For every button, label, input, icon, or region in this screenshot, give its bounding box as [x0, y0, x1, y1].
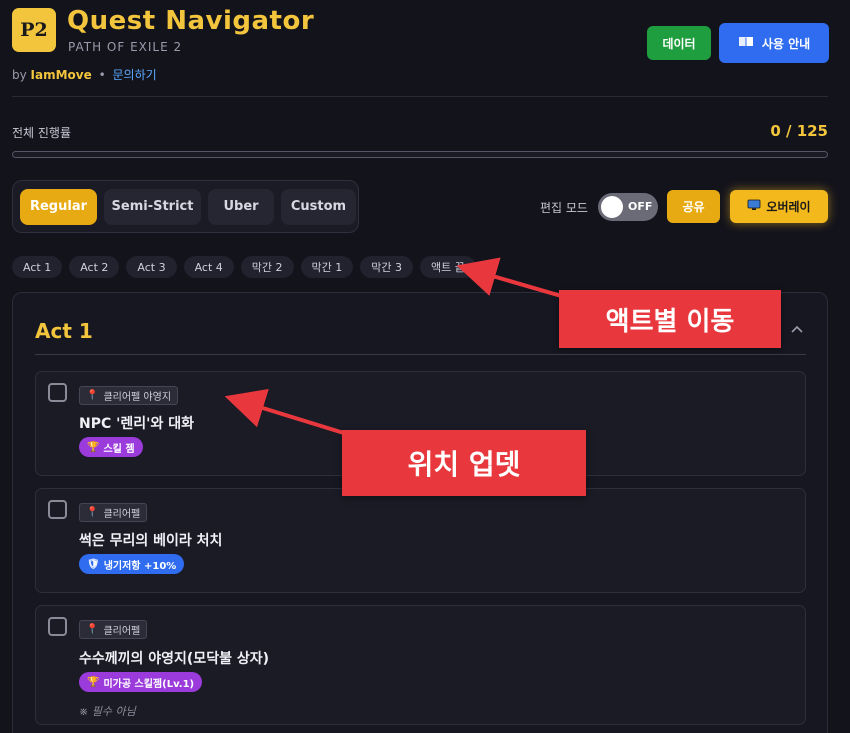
callout-location-update: 위치 업뎃 [342, 430, 586, 496]
mode-selector: Regular Semi-Strict Uber Custom [12, 180, 359, 233]
location-label: 클리어펠 [103, 626, 141, 637]
quest-title: NPC '렌리'와 대화 [79, 416, 194, 432]
act-chip[interactable]: 액트 끝 [420, 256, 476, 278]
byline: by IamMove • 문의하기 [12, 66, 157, 83]
trophy-icon: 🏆 [87, 676, 100, 688]
byline-separator: • [98, 68, 106, 82]
header-divider [12, 96, 828, 97]
pin-icon: 📍 [86, 624, 99, 635]
act-chip[interactable]: 막간 3 [360, 256, 413, 278]
reward-tag: 🏆 미가공 스킬젬(Lv.1) [79, 672, 203, 692]
reward-label: 냉기저항 +10% [103, 560, 177, 572]
app-logo: P2 [12, 8, 56, 52]
quest-checkbox[interactable] [48, 617, 67, 636]
reward-tag: 🛡 냉기저항 +10% [79, 554, 185, 574]
location-badge: 📍 클리어펠 [79, 620, 148, 639]
monitor-icon [747, 199, 761, 214]
reward-label: 미가공 스킬젬(Lv.1) [103, 678, 195, 690]
act-chip[interactable]: 막간 2 [240, 256, 294, 278]
toggle-knob [601, 196, 623, 218]
app-subtitle: PATH OF EXILE 2 [68, 40, 183, 54]
act-chip[interactable]: 막간 1 [300, 256, 354, 278]
mode-regular[interactable]: Regular [20, 188, 97, 225]
guide-button[interactable]: 사용 안내 [719, 23, 829, 63]
data-button[interactable]: 데이터 [647, 26, 711, 60]
reward-label: 스킬 젬 [103, 443, 135, 455]
location-label: 클리어펠 [103, 509, 141, 520]
act-section-title: Act 1 [35, 319, 93, 343]
toggle-state: OFF [628, 200, 653, 213]
app-title: Quest Navigator [67, 6, 315, 36]
quest-title: 썩은 무리의 베이라 처치 [79, 533, 223, 549]
progress-label: 전체 진행률 [12, 126, 72, 140]
book-icon [738, 36, 754, 51]
pin-icon: 📍 [86, 507, 99, 518]
edit-mode-toggle[interactable]: OFF [598, 193, 658, 221]
contact-link[interactable]: 문의하기 [113, 68, 157, 82]
progress-value: 0 / 125 [770, 122, 828, 140]
app-header: P2 Quest Navigator PATH OF EXILE 2 by Ia… [12, 6, 830, 88]
act-chip[interactable]: Act 1 [12, 256, 63, 278]
byline-prefix: by [12, 68, 27, 82]
author-name: IamMove [30, 68, 92, 82]
section-divider [35, 354, 806, 355]
act-chip[interactable]: Act 2 [69, 256, 120, 278]
chevron-up-icon[interactable] [791, 321, 803, 337]
location-badge: 📍 클리어펠 [79, 503, 148, 522]
edit-mode-label: 편집 모드 [540, 201, 588, 215]
reward-tag: 🏆 스킬 젬 [79, 437, 143, 457]
act-panel: Act 1 📍 클리어펠 야영지 NPC '렌리'와 대화 🏆 스킬 젬 📍 클… [12, 292, 828, 733]
location-badge: 📍 클리어펠 야영지 [79, 386, 179, 405]
act-navigation: Act 1 Act 2 Act 3 Act 4 막간 2 막간 1 막간 3 액… [12, 256, 476, 278]
trophy-icon: 🏆 [87, 441, 100, 453]
quest-checkbox[interactable] [48, 500, 67, 519]
overlay-button-label: 오버레이 [766, 200, 811, 214]
shield-icon: 🛡 [87, 558, 100, 570]
progress-bar [12, 151, 828, 158]
quest-note: ※ 필수 아님 [79, 705, 136, 718]
location-label: 클리어펠 야영지 [103, 392, 172, 403]
mode-uber[interactable]: Uber [208, 188, 274, 225]
mode-semi-strict[interactable]: Semi-Strict [104, 188, 201, 225]
share-button[interactable]: 공유 [667, 190, 720, 223]
quest-title: 수수께끼의 야영지(모닥불 상자) [79, 651, 269, 667]
act-chip[interactable]: Act 4 [183, 256, 234, 278]
act-chip[interactable]: Act 3 [126, 256, 177, 278]
quest-checkbox[interactable] [48, 383, 67, 402]
callout-act-move: 액트별 이동 [559, 290, 781, 348]
pin-icon: 📍 [86, 390, 99, 401]
quest-card: 📍 클리어펠 썩은 무리의 베이라 처치 🛡 냉기저항 +10% [35, 488, 806, 593]
quest-card: 📍 클리어펠 수수께끼의 야영지(모닥불 상자) 🏆 미가공 스킬젬(Lv.1)… [35, 605, 806, 725]
overlay-button[interactable]: 오버레이 [730, 190, 828, 223]
mode-custom[interactable]: Custom [281, 188, 356, 225]
guide-button-label: 사용 안내 [761, 36, 811, 51]
